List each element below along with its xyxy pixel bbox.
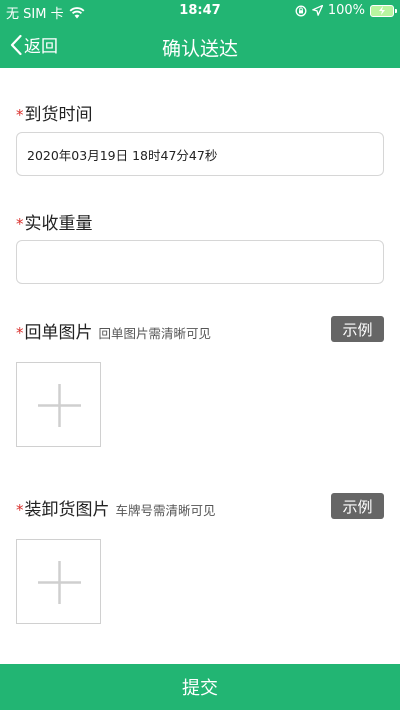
arrival-time-label-text: 到货时间 — [24, 105, 93, 125]
loading-image-upload[interactable] — [16, 539, 101, 624]
required-mark: * — [16, 501, 24, 519]
received-weight-input[interactable] — [16, 240, 384, 284]
receipt-image-hint: 回单图片需清晰可见 — [98, 326, 212, 341]
received-weight-label-text: 实收重量 — [24, 214, 93, 234]
arrival-time-label: * 到货时间 — [16, 100, 93, 125]
status-right: 100% — [295, 3, 397, 18]
lock-rotation-icon — [295, 5, 307, 16]
required-mark: * — [16, 324, 24, 342]
loading-image-label-text: 装卸货图片 — [24, 500, 110, 520]
required-mark: * — [16, 106, 24, 124]
required-mark: * — [16, 215, 24, 233]
receipt-example-button[interactable]: 示例 — [331, 316, 384, 342]
battery-charging-icon — [370, 4, 397, 17]
submit-button[interactable]: 提交 — [0, 664, 400, 710]
receipt-image-label: * 回单图片 回单图片需清晰可见 — [16, 318, 211, 343]
loading-image-label: * 装卸货图片 车牌号需清晰可见 — [16, 495, 216, 520]
plus-icon — [38, 384, 81, 427]
navigation-bar: 返回 确认送达 — [0, 24, 400, 68]
plus-icon — [38, 561, 81, 604]
receipt-image-label-text: 回单图片 — [24, 323, 93, 343]
location-arrow-icon — [311, 5, 323, 16]
receipt-image-upload[interactable] — [16, 362, 101, 447]
received-weight-label: * 实收重量 — [16, 209, 93, 234]
battery-percent: 100% — [327, 3, 365, 18]
page-title: 确认送达 — [161, 38, 238, 60]
status-bar: 无 SIM 卡 18:47 100% — [0, 0, 400, 22]
top-bar: 无 SIM 卡 18:47 100% 返回 确认送达 — [0, 0, 400, 68]
loading-image-hint: 车牌号需清晰可见 — [115, 503, 216, 518]
loading-example-button[interactable]: 示例 — [331, 493, 384, 519]
arrival-time-field[interactable]: 2020年03月19日 18时47分47秒 — [16, 132, 384, 176]
